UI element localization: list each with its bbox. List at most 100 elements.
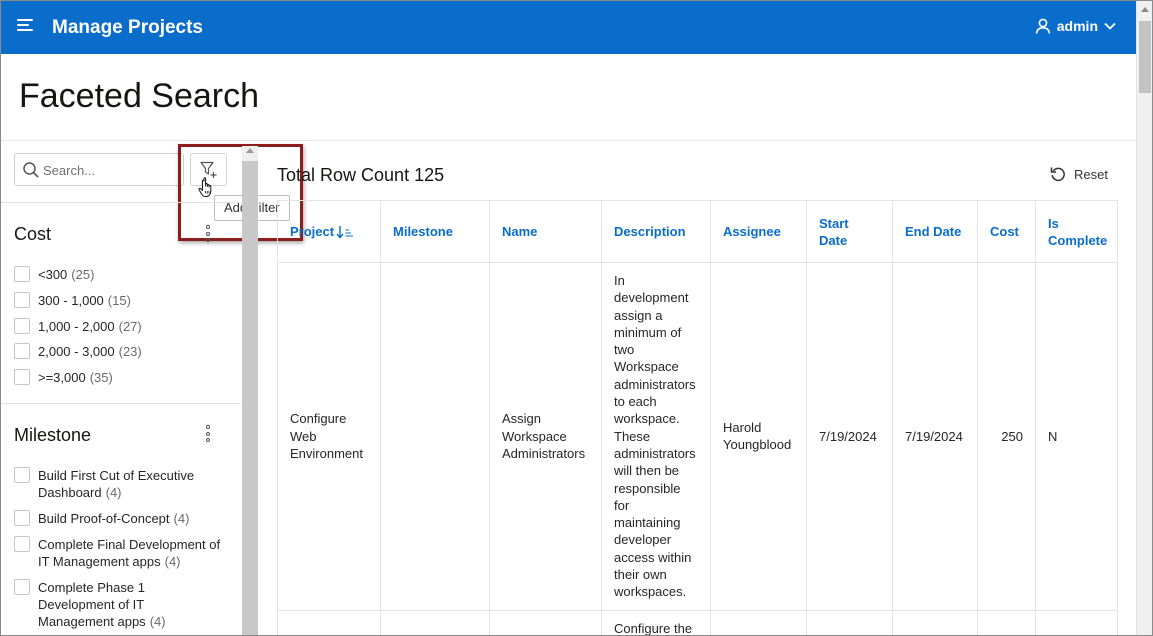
facet-search-input[interactable] [43, 160, 178, 180]
column-label: Is [1048, 215, 1059, 231]
reset-button[interactable]: Reset [1050, 166, 1108, 182]
column-header-start-date[interactable]: Start Date [806, 200, 893, 263]
facet-option[interactable]: 2,000 - 3,000 (23) [14, 343, 142, 360]
cell-project: Configure Web Environment [277, 262, 381, 611]
app-window: Manage Projects admin Faceted Search Sea… [0, 0, 1153, 636]
checkbox[interactable] [14, 536, 30, 552]
cell-assignee [710, 609, 807, 635]
cell-text-line: administrators [614, 445, 696, 461]
window-scrollbar[interactable] [1136, 1, 1152, 635]
kebab-menu-icon[interactable] [206, 225, 210, 242]
scrollbar-thumb[interactable] [242, 161, 258, 635]
cell-text-line: assign a [614, 307, 663, 323]
facet-option[interactable]: Complete Final Development of IT Managem… [14, 536, 220, 570]
user-menu[interactable]: admin [1035, 18, 1116, 34]
reset-label: Reset [1074, 166, 1108, 182]
checkbox[interactable] [14, 343, 30, 359]
page-title: Faceted Search [19, 77, 260, 115]
divider [1, 403, 241, 404]
kebab-menu-icon[interactable] [206, 425, 210, 442]
report-table: Project Milestone Name Description Assig… [277, 200, 1118, 636]
checkbox[interactable] [14, 579, 30, 595]
column-header-description[interactable]: Description [601, 200, 711, 263]
cell-text-line: responsible [614, 480, 681, 496]
cell-text-line: access within [614, 549, 692, 565]
hamburger-icon[interactable] [17, 19, 35, 35]
label-line: Complete Final Development of [38, 537, 221, 552]
column-header-assignee[interactable]: Assignee [710, 200, 807, 263]
cell-end-date [892, 609, 978, 635]
cell-is-complete [1035, 609, 1118, 635]
scroll-up-icon[interactable] [1141, 7, 1149, 12]
cell-text-line: Harold [723, 420, 762, 436]
scroll-up-icon[interactable] [246, 148, 254, 153]
column-header-end-date[interactable]: End Date [892, 200, 978, 263]
cell-text-line: These [614, 428, 651, 444]
cell-text-line: Web [290, 428, 317, 444]
option-label: >=3,000 [38, 370, 86, 385]
cell-start-date: 7/19/2024 [806, 262, 893, 611]
cell-text-line: maintaining [614, 515, 681, 531]
cell-assignee: Harold Youngblood [710, 262, 807, 611]
scrollbar-thumb[interactable] [1139, 21, 1151, 93]
facets-panel: Add Filter Cost <300 (25) 300 - 1,000 (1… [1, 141, 303, 635]
facet-option[interactable]: Build Proof-of-Concept (4) [14, 510, 189, 527]
checkbox[interactable] [14, 510, 30, 526]
facets-scrollbar[interactable] [242, 146, 258, 635]
cell-name: Assign Workspace Administrators [489, 262, 602, 611]
option-count: (15) [107, 293, 131, 308]
cell-text-line: Configure [290, 411, 347, 427]
column-label: Date [819, 232, 848, 248]
option-label: 2,000 - 3,000 [38, 344, 115, 359]
total-row-count: Total Row Count 125 [277, 165, 445, 185]
checkbox[interactable] [14, 369, 30, 385]
column-header-cost[interactable]: Cost [977, 200, 1036, 263]
option-label: Complete Final Development of IT Managem… [38, 536, 220, 570]
column-header-milestone[interactable]: Milestone [380, 200, 490, 263]
column-header-is-complete[interactable]: Is Complete [1035, 200, 1118, 263]
cell-milestone [380, 609, 490, 635]
cell-description: In development assign a minimum of two Worksp… [601, 262, 711, 611]
user-name: admin [1056, 18, 1098, 34]
cell-text-line: to each [614, 394, 657, 410]
cell-text-line: administrators [614, 376, 696, 392]
app-title[interactable]: Manage Projects [52, 17, 203, 39]
facet-option[interactable]: <300 (25) [14, 266, 94, 283]
cell-text-line: minimum of [614, 324, 682, 340]
checkbox[interactable] [14, 266, 30, 282]
cell-text-line: will then be [614, 463, 680, 479]
checkbox[interactable] [14, 292, 30, 308]
facet-option[interactable]: >=3,000 (35) [14, 369, 113, 386]
table-row: Configure Web Environment Assign Workspace Ad… [277, 262, 1118, 611]
facet-search-box [14, 153, 184, 186]
cell-text-line: Configure the [614, 620, 693, 636]
cell-text-line: workspaces. [614, 584, 687, 600]
checkbox[interactable] [14, 467, 30, 483]
column-label: Complete [1048, 232, 1108, 248]
column-label: Start [819, 215, 849, 231]
table-row: Configure the [277, 609, 1118, 636]
cell-text-line: Workspace [502, 428, 567, 444]
facet-option[interactable]: 300 - 1,000 (15) [14, 292, 131, 309]
cell-start-date [806, 609, 893, 635]
option-count: (4) [105, 485, 122, 500]
facet-option[interactable]: Complete Phase 1 Development of IT Manag… [14, 579, 166, 630]
cell-text-line: for [614, 497, 630, 513]
label-line: Build First Cut of Executive [38, 468, 195, 483]
option-label: 1,000 - 2,000 [38, 319, 115, 334]
cell-text-line: two [614, 342, 635, 358]
option-label: Complete Phase 1 Development of IT Manag… [38, 579, 166, 630]
option-label: 300 - 1,000 [38, 293, 104, 308]
column-header-name[interactable]: Name [489, 200, 602, 263]
facet-option[interactable]: Build First Cut of Executive Dashboard (4… [14, 467, 194, 501]
cell-description: Configure the [601, 609, 711, 636]
label-line: Build Proof-of-Concept [38, 511, 170, 526]
facet-option[interactable]: 1,000 - 2,000 (27) [14, 318, 142, 335]
cell-text-line: developer [614, 532, 672, 548]
report-region: Total Row Count 125 Reset Project Milest… [259, 141, 1136, 636]
facet-heading: Milestone [14, 425, 92, 445]
column-header-project[interactable]: Project [277, 200, 381, 263]
option-count: (4) [164, 554, 181, 569]
cell-text-line: development [614, 290, 689, 306]
checkbox[interactable] [14, 318, 30, 334]
